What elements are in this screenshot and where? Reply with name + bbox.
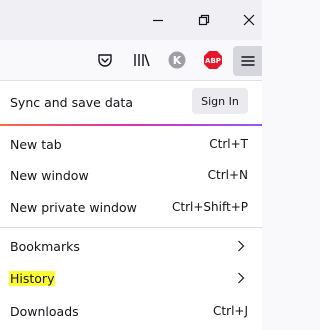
menu-item-history[interactable]: History xyxy=(0,263,262,293)
menu-item-bookmarks[interactable]: Bookmarks xyxy=(0,231,262,261)
minimize-button[interactable] xyxy=(143,5,173,35)
close-button[interactable] xyxy=(234,5,264,35)
adblock-plus-button[interactable]: ABP xyxy=(202,49,224,71)
menu-item-label: New private window xyxy=(10,199,137,215)
hamburger-menu-icon xyxy=(240,56,255,66)
nav-toolbar: K ABP xyxy=(0,40,262,80)
chevron-right-icon xyxy=(236,272,246,284)
menu-item-shortcut: Ctrl+J xyxy=(213,304,248,318)
library-icon xyxy=(134,54,150,67)
menu-item-shortcut: Ctrl+N xyxy=(207,168,248,182)
menu-item-label: New tab xyxy=(10,136,62,152)
menu-separator xyxy=(0,227,262,228)
app-menu-button[interactable] xyxy=(233,46,262,76)
menu-item-new-tab[interactable]: New tab Ctrl+T xyxy=(0,129,262,159)
menu-item-label: Bookmarks xyxy=(10,238,80,254)
adblock-plus-text: ABP xyxy=(205,57,221,65)
app-menu-panel: Sync and save data Sign In New tab Ctrl+… xyxy=(0,80,262,330)
restore-button[interactable] xyxy=(189,5,219,35)
restore-icon xyxy=(198,14,210,26)
k-extension-icon: K xyxy=(168,51,186,69)
adblock-plus-icon: ABP xyxy=(204,51,222,69)
pocket-button[interactable] xyxy=(94,49,116,71)
menu-item-new-private-window[interactable]: New private window Ctrl+Shift+P xyxy=(0,192,262,222)
menu-item-downloads[interactable]: Downloads Ctrl+J xyxy=(0,296,262,326)
sign-in-button[interactable]: Sign In xyxy=(192,88,248,114)
menu-item-new-window[interactable]: New window Ctrl+N xyxy=(0,160,262,190)
k-extension-letter: K xyxy=(173,54,182,67)
k-extension-button[interactable]: K xyxy=(166,49,188,71)
sync-row: Sync and save data Sign In xyxy=(0,81,262,123)
title-bar xyxy=(0,0,262,40)
accent-divider xyxy=(0,124,262,126)
minimize-icon xyxy=(153,19,163,22)
menu-item-label: History xyxy=(9,270,56,286)
sync-label: Sync and save data xyxy=(10,94,133,110)
library-button[interactable] xyxy=(131,49,153,71)
menu-item-label: New window xyxy=(10,167,89,183)
chevron-right-icon xyxy=(236,240,246,252)
menu-item-shortcut: Ctrl+T xyxy=(209,137,248,151)
pocket-icon xyxy=(98,54,112,67)
menu-item-label: Downloads xyxy=(10,303,79,319)
menu-item-shortcut: Ctrl+Shift+P xyxy=(172,200,248,214)
close-icon xyxy=(243,14,255,26)
